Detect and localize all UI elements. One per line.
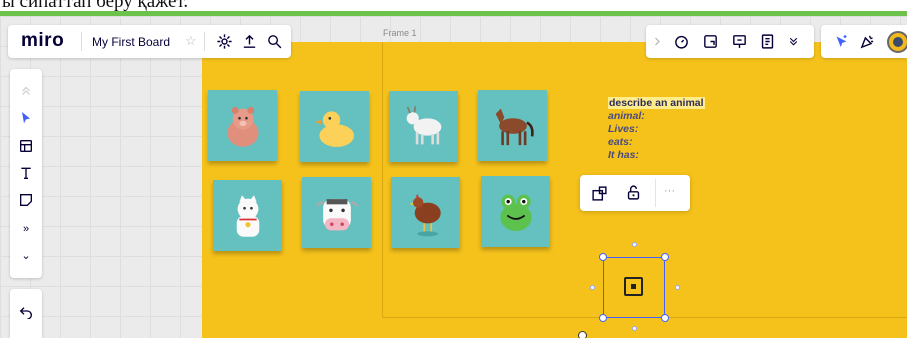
divider [655,179,656,207]
lucky-cat-icon [236,194,259,237]
duck-icon [314,110,354,147]
sticky-note-icon[interactable] [18,192,34,208]
chevron-double-down-icon[interactable] [787,33,800,50]
resize-handle-top-right[interactable] [661,253,669,261]
divider [81,32,82,51]
frame-guide-vertical [382,42,383,318]
more-options-button[interactable]: ··· [664,185,675,197]
sticky-note-duck[interactable] [300,91,369,162]
connector-handle-top[interactable] [632,242,637,247]
timer-icon[interactable] [673,33,690,50]
goat-icon [406,105,441,144]
cursor-sparkle-icon[interactable] [833,33,850,50]
undo-panel [10,289,42,338]
settings-icon[interactable] [216,33,233,50]
star-icon[interactable]: ☆ [185,33,197,49]
notes-icon[interactable] [759,33,776,50]
sticky-note-hen[interactable] [391,177,460,248]
tools-sidebar: » ⌄ [10,69,42,278]
cow-icon [316,198,357,230]
templates-icon[interactable] [18,138,34,154]
sticky-note-cow[interactable] [302,177,371,248]
text-line-animal: animal: [608,110,645,122]
search-icon[interactable] [266,33,283,50]
text-line-has: It has: [608,149,639,161]
celebrate-icon[interactable] [859,33,876,50]
connector-handle-left[interactable] [590,285,595,290]
chevron-right-icon[interactable] [651,33,663,50]
presentation-icon[interactable] [731,33,748,50]
frame-settings-icon[interactable] [591,185,608,202]
unlock-icon[interactable] [625,184,642,201]
presence-toolbar [821,25,907,58]
context-toolbar: ··· [580,175,690,211]
resize-handle-bottom-left[interactable] [599,314,607,322]
miro-logo[interactable]: miro [21,30,64,52]
collapse-icon[interactable] [19,83,33,99]
sticky-note-lucky-cat[interactable] [213,180,282,251]
sticky-note-goat[interactable] [389,91,458,162]
resize-handle-top-left[interactable] [599,253,607,261]
more-tools-button[interactable]: » [10,223,42,235]
resize-handle-bottom-right[interactable] [661,314,669,322]
undo-icon[interactable] [18,303,34,319]
text-line-eats: eats: [608,136,633,148]
selected-object-icon [624,277,643,296]
frame-label[interactable]: Frame 1 [383,28,417,38]
sticky-note-bear[interactable] [208,90,277,161]
frog-icon [499,194,532,231]
share-screen-icon[interactable] [702,33,719,50]
expand-toolbar-button[interactable]: ⌄ [10,249,42,262]
rotate-handle[interactable] [578,331,587,338]
select-cursor-icon[interactable] [18,110,34,126]
avatar[interactable] [887,31,907,53]
text-line-lives: Lives: [608,123,639,135]
text-tool-icon[interactable] [18,165,34,181]
describe-animal-text[interactable]: describe an animal animal: Lives: eats: … [608,97,705,162]
connector-handle-bottom[interactable] [632,326,637,331]
board-name[interactable]: My First Board [92,35,170,49]
upload-icon[interactable] [241,33,258,50]
bear-icon [226,106,259,147]
sticky-note-horse[interactable] [478,90,547,161]
connector-handle-right[interactable] [675,285,680,290]
hen-icon [409,193,441,236]
sticky-note-frog[interactable] [481,176,550,247]
divider [204,32,205,51]
collaboration-toolbar [646,25,814,58]
board-toolbar: miro My First Board ☆ [8,25,291,58]
horse-icon [495,108,534,145]
text-title: describe an animal [608,97,705,109]
